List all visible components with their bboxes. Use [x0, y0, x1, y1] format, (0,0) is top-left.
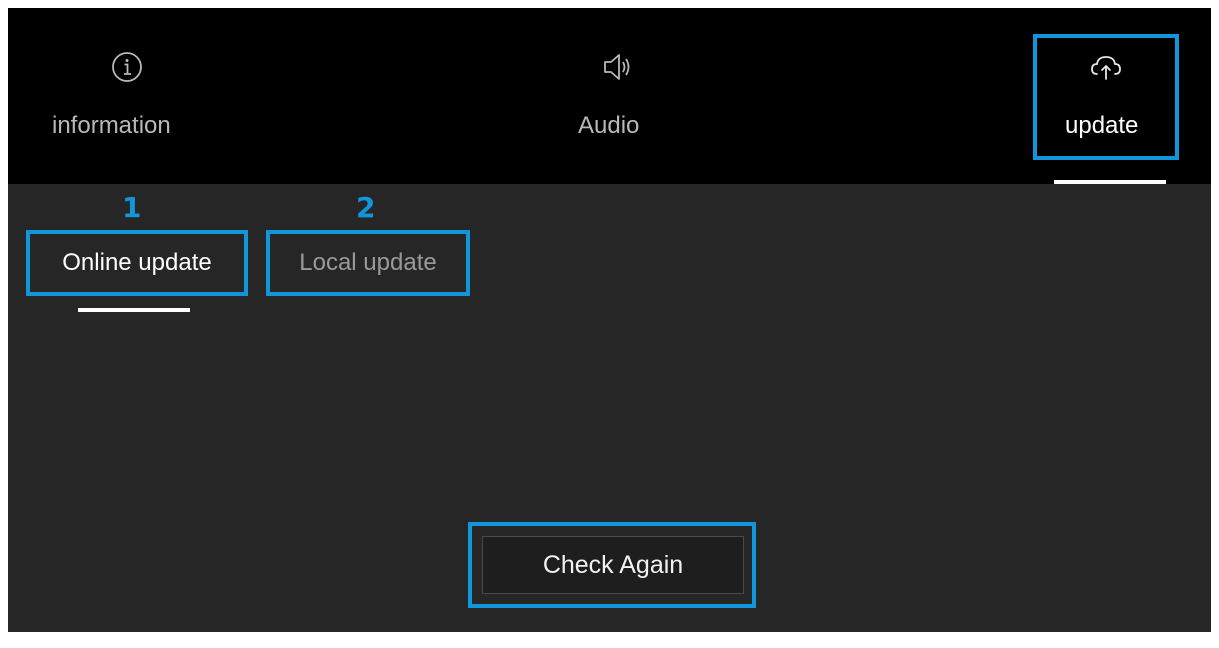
tab-information[interactable]: information	[38, 8, 218, 184]
step-number-2: 2	[356, 191, 376, 224]
step-number-1: 1	[122, 191, 142, 224]
active-tab-indicator	[1054, 180, 1166, 184]
settings-screen: information Audio update 1 2 Online upda…	[8, 8, 1211, 632]
check-again-button[interactable]: Check Again	[482, 536, 744, 594]
cloud-upload-icon	[1091, 56, 1121, 80]
tab-update-label: update	[1065, 112, 1139, 139]
speaker-icon	[604, 54, 630, 80]
tab-audio[interactable]: Audio	[548, 8, 688, 184]
tab-update[interactable]: update	[1033, 8, 1179, 184]
info-circle-icon	[112, 52, 142, 82]
tab-audio-label: Audio	[578, 112, 640, 139]
subtab-local-update[interactable]: Local update	[266, 230, 470, 296]
top-tab-bar: information Audio update	[8, 8, 1211, 184]
subtab-online-update[interactable]: Online update	[26, 230, 248, 296]
active-subtab-indicator	[78, 308, 190, 312]
tab-information-label: information	[52, 112, 171, 139]
